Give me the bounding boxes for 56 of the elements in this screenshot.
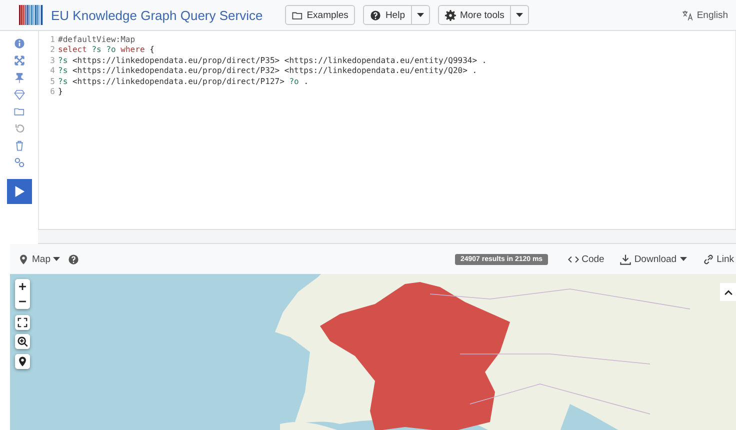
- language-selector[interactable]: English: [696, 10, 728, 20]
- caret-icon: [680, 257, 687, 261]
- fullscreen-icon: [17, 317, 28, 328]
- collapse-button[interactable]: [720, 283, 736, 301]
- menu-button[interactable]: More tools: [438, 5, 512, 25]
- play-icon: [14, 186, 24, 197]
- app-title: EU Knowledge Graph Query Service: [51, 8, 263, 22]
- view-selector[interactable]: Map: [18, 254, 60, 264]
- folder-icon: [292, 10, 303, 20]
- caret-icon: [53, 257, 60, 261]
- folder-icon[interactable]: [14, 106, 24, 117]
- locate-button[interactable]: [15, 354, 30, 369]
- plus-icon: [17, 281, 28, 292]
- translate-icon: [682, 10, 693, 20]
- line-number: 4: [49, 66, 56, 76]
- magnifier-icon: [17, 336, 28, 347]
- line-number: 2: [49, 45, 56, 54]
- run-button[interactable]: [6, 179, 32, 204]
- examples-button[interactable]: Examples: [284, 5, 356, 25]
- code-line: }: [58, 87, 63, 96]
- code-line: #defaultView:Map: [58, 34, 136, 44]
- help-icon: [370, 10, 382, 20]
- zoom-search-button[interactable]: [15, 334, 30, 349]
- caret-icon: [516, 13, 524, 17]
- code-line: ?s <https://linkedopendata.eu/prop/direct/P127> ?o .: [58, 76, 309, 86]
- link-icon: [702, 254, 714, 264]
- download-button[interactable]: Download: [620, 254, 687, 264]
- code-icon: [568, 254, 579, 264]
- diamond-icon[interactable]: [14, 89, 24, 100]
- gear-icon: [444, 10, 456, 20]
- line-number: 1: [49, 34, 56, 44]
- link-icon[interactable]: [14, 157, 24, 168]
- zoom-in-button[interactable]: [15, 279, 30, 294]
- pin-icon[interactable]: [14, 72, 24, 83]
- pin-icon: [17, 356, 28, 367]
- fullscreen-button[interactable]: [15, 315, 30, 330]
- expand-icon[interactable]: [14, 55, 24, 66]
- pin-icon: [18, 254, 29, 264]
- info-icon[interactable]: [14, 38, 24, 49]
- link-button[interactable]: Link: [702, 254, 736, 264]
- code-line: ?s <https://linkedopendata.eu/prop/direct/P35> <https://linkedopendata.eu/entity/Q9934> .: [58, 56, 487, 65]
- menu-button[interactable]: Help: [363, 5, 412, 25]
- dropdown-button[interactable]: [412, 5, 430, 25]
- logo-icon: [19, 5, 43, 25]
- line-number: 5: [49, 76, 56, 86]
- help-icon: [68, 254, 80, 264]
- line-number: 3: [49, 56, 56, 65]
- dropdown-button[interactable]: [511, 5, 530, 25]
- code-line: select ?s ?o where {: [58, 45, 154, 54]
- zoom-out-button[interactable]: [15, 294, 30, 309]
- caret-icon: [416, 13, 424, 17]
- code-button[interactable]: Code: [568, 254, 604, 264]
- line-number: 6: [49, 87, 56, 96]
- download-icon: [620, 254, 632, 264]
- code-line: ?s <https://linkedopendata.eu/prop/direct/P32> <https://linkedopendata.eu/entity/Q20> .: [58, 66, 478, 76]
- trash-icon[interactable]: [14, 140, 24, 151]
